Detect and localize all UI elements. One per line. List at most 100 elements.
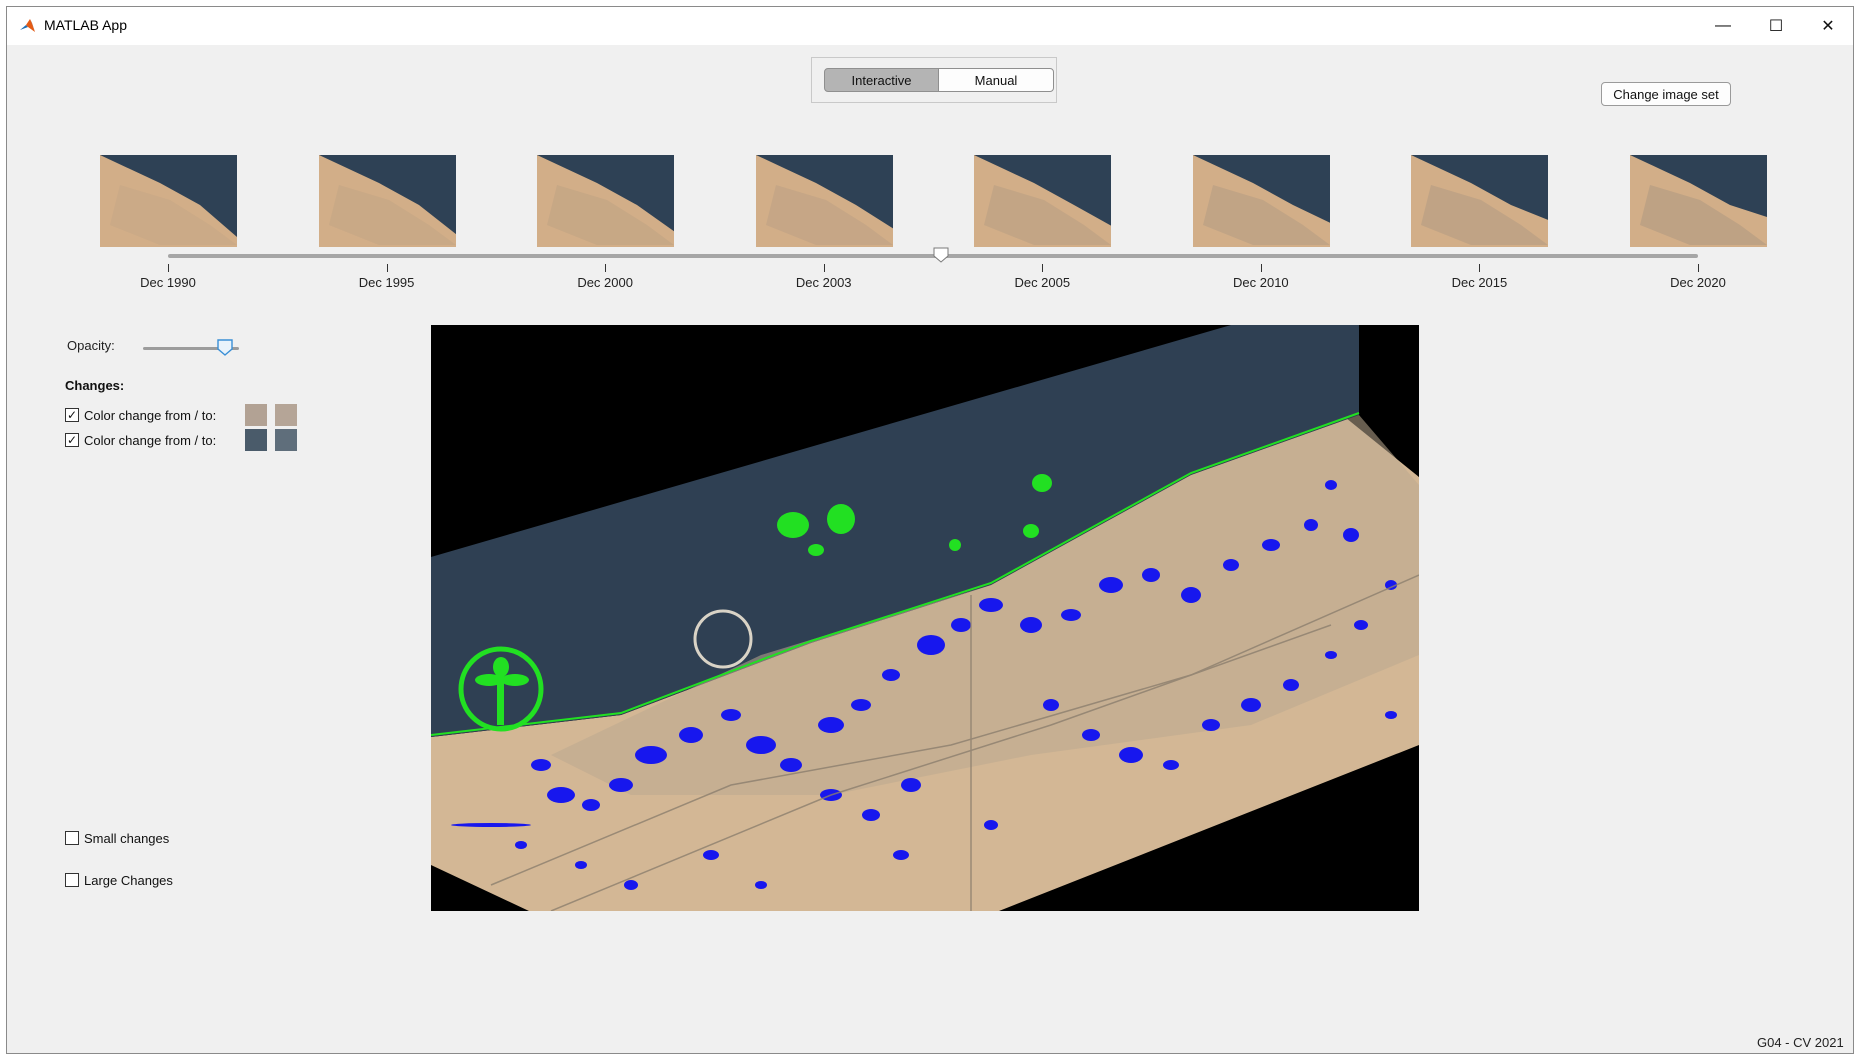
- urban-change-blob: [1241, 698, 1261, 712]
- thumbnail-6[interactable]: [1192, 155, 1330, 247]
- urban-change-blob: [1061, 609, 1081, 621]
- urban-change-blob: [531, 759, 551, 771]
- urban-change-blob: [1119, 747, 1143, 763]
- urban-change-blob: [1043, 699, 1059, 711]
- urban-change-blob: [851, 699, 871, 711]
- maximize-icon: ☐: [1768, 18, 1784, 35]
- urban-change-blob: [818, 717, 844, 733]
- opacity-label: Opacity:: [67, 338, 115, 353]
- satellite-thumbnail-image: [100, 155, 237, 247]
- thumbnail-5[interactable]: [974, 155, 1112, 247]
- urban-change-blob: [547, 787, 575, 803]
- timeline-tick: [1479, 264, 1481, 272]
- timeline-date-label: Dec 2020: [1670, 275, 1726, 290]
- urban-change-blob: [1202, 719, 1220, 731]
- satellite-thumbnail-image: [318, 155, 456, 247]
- changes-heading: Changes:: [65, 378, 125, 393]
- color-change-2-label: Color change from / to:: [84, 432, 217, 448]
- thumbnail-8[interactable]: [1630, 155, 1767, 247]
- small-changes-checkbox[interactable]: [65, 831, 79, 845]
- opacity-slider-thumb[interactable]: [216, 339, 233, 357]
- urban-change-blob: [1223, 559, 1239, 571]
- color-change-1-from-swatch[interactable]: [245, 404, 267, 426]
- matlab-logo-icon: [19, 17, 37, 35]
- satellite-thumbnail-image: [755, 155, 893, 247]
- manual-mode-button[interactable]: Manual: [938, 68, 1054, 92]
- timeline-date-label: Dec 1990: [140, 275, 196, 290]
- urban-change-blob: [780, 758, 802, 772]
- urban-change-blob: [893, 850, 909, 860]
- color-change-row-1: ✓ Color change from / to:: [65, 405, 216, 425]
- satellite-map-image: [431, 325, 1419, 911]
- thumbnail-1[interactable]: [100, 155, 237, 247]
- color-change-1-to-swatch[interactable]: [275, 404, 297, 426]
- thumbnail-7[interactable]: [1411, 155, 1549, 247]
- timeline-date-label: Dec 1995: [358, 275, 415, 290]
- urban-change-blob: [862, 809, 880, 821]
- title-bar: MATLAB App — ☐ ✕: [7, 7, 1853, 45]
- urban-change-blob: [1283, 679, 1299, 691]
- timeline-tick: [1260, 264, 1262, 272]
- mode-toggle-group: Interactive Manual: [811, 57, 1057, 103]
- color-change-1-checkbox[interactable]: ✓: [65, 408, 79, 422]
- urban-change-blob: [515, 841, 527, 849]
- urban-change-blob: [582, 799, 600, 811]
- timeline-date-label: Dec 2005: [1014, 275, 1071, 290]
- minimize-button[interactable]: —: [1697, 7, 1749, 45]
- thumbnail-3[interactable]: [537, 155, 675, 247]
- timeline-tick: [168, 264, 169, 272]
- timeline-tick: [823, 264, 825, 272]
- timeline-tick: [605, 264, 607, 272]
- urban-change-blob: [1343, 528, 1359, 542]
- timeline-date-label: Dec 2003: [795, 275, 852, 290]
- urban-change-blob: [882, 669, 900, 681]
- urban-change-blob: [1304, 519, 1318, 531]
- change-image-set-button[interactable]: Change image set: [1601, 82, 1731, 106]
- urban-change-blob: [451, 823, 531, 827]
- urban-change-blob: [609, 778, 633, 792]
- maximize-button[interactable]: ☐: [1750, 7, 1802, 45]
- urban-change-blob: [1099, 577, 1123, 593]
- color-change-2-from-swatch[interactable]: [245, 429, 267, 451]
- urban-change-blob: [917, 635, 945, 655]
- interactive-mode-button[interactable]: Interactive: [824, 68, 939, 92]
- timeline-slider-thumb[interactable]: [933, 247, 949, 263]
- urban-change-blob: [624, 880, 638, 890]
- color-change-2-checkbox[interactable]: ✓: [65, 433, 79, 447]
- window-title: MATLAB App: [44, 17, 128, 33]
- urban-change-blob: [1020, 617, 1042, 633]
- urban-change-blob: [979, 598, 1003, 612]
- urban-change-blob: [721, 709, 741, 721]
- timeline-date-label: Dec 2010: [1233, 275, 1289, 290]
- satellite-thumbnail-image: [537, 155, 675, 247]
- timeline-tick: [1042, 264, 1044, 272]
- urban-change-blob: [951, 618, 971, 632]
- urban-change-blob: [1385, 711, 1397, 719]
- color-change-2-to-swatch[interactable]: [275, 429, 297, 451]
- urban-change-blob: [575, 861, 587, 869]
- satellite-thumbnail-image: [1411, 155, 1549, 247]
- satellite-thumbnail-image: [1192, 155, 1330, 247]
- large-changes-label: Large Changes: [84, 872, 173, 888]
- satellite-thumbnail-image: [1630, 155, 1767, 247]
- color-change-1-label: Color change from / to:: [84, 407, 217, 423]
- urban-change-blob: [1325, 651, 1337, 659]
- urban-change-blob: [746, 736, 776, 754]
- timeline-date-label: Dec 2000: [577, 275, 633, 290]
- thumbnail-2[interactable]: [318, 155, 456, 247]
- close-button[interactable]: ✕: [1802, 7, 1853, 45]
- color-change-row-2: ✓ Color change from / to:: [65, 430, 216, 450]
- satellite-thumbnail-image: [974, 155, 1112, 247]
- change-detection-image[interactable]: [431, 325, 1419, 911]
- urban-change-blob: [1262, 539, 1280, 551]
- urban-change-blob: [755, 881, 767, 889]
- close-icon: ✕: [1821, 18, 1835, 35]
- app-window: MATLAB App — ☐ ✕ Interactive Manual Chan…: [6, 6, 1854, 1054]
- urban-change-blob: [984, 820, 998, 830]
- large-changes-checkbox[interactable]: [65, 873, 79, 887]
- large-changes-row: Large Changes: [65, 870, 173, 890]
- thumbnail-4[interactable]: [755, 155, 893, 247]
- urban-change-blob: [1142, 568, 1160, 582]
- urban-change-blob: [901, 778, 921, 792]
- urban-change-blob: [1163, 760, 1179, 770]
